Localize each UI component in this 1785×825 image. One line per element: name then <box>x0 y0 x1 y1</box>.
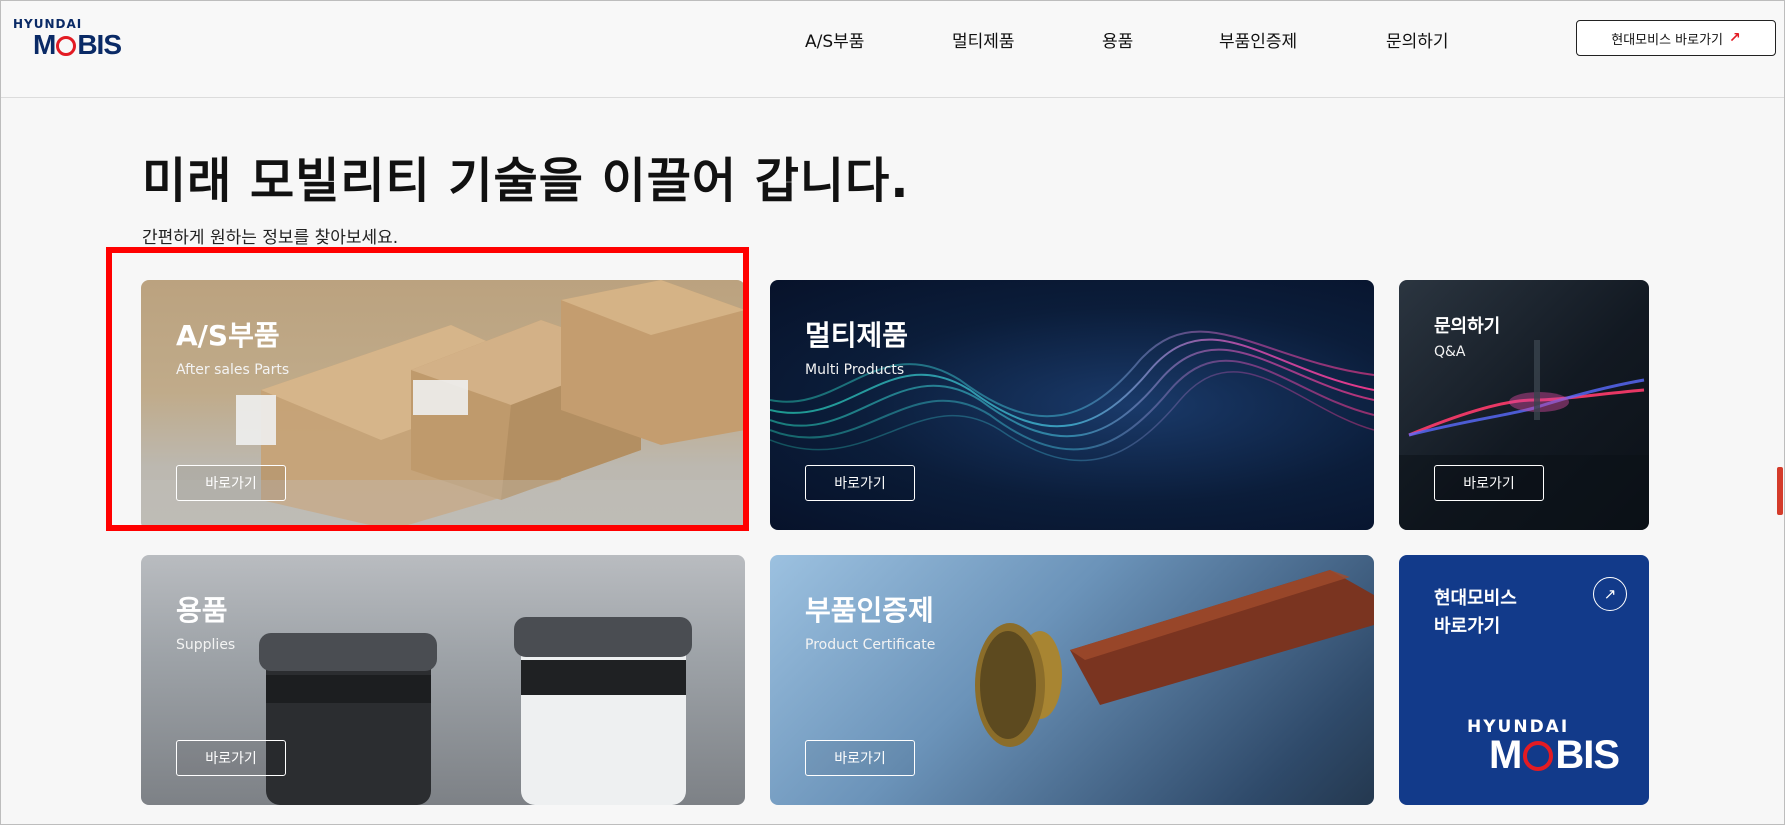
logo-mobis-post: BIS <box>1555 733 1620 777</box>
card-title: 문의하기 <box>1434 316 1501 337</box>
page-title: 미래 모빌리티 기술을 이끌어 갑니다. <box>142 153 910 209</box>
scrollbar-thumb[interactable] <box>1777 467 1783 515</box>
go-button[interactable]: 바로가기 <box>805 740 915 776</box>
card-product-certificate[interactable]: 부품인증제 Product Certificate 바로가기 <box>770 555 1374 805</box>
logo-mobis-pre: M <box>1489 733 1522 777</box>
logo-mobis-post: BIS <box>77 29 122 60</box>
arrow-up-right-icon[interactable]: ↗ <box>1593 577 1627 611</box>
nav-item-inquiry[interactable]: 문의하기 <box>1386 27 1449 52</box>
card-supplies[interactable]: 용품 Supplies 바로가기 <box>141 555 745 805</box>
card-subtitle: Product Certificate <box>805 637 936 653</box>
go-button[interactable]: 바로가기 <box>176 740 286 776</box>
logo-mobis-pre: M <box>33 29 56 60</box>
card-title: 멀티제품 <box>805 319 909 352</box>
card-inquiry[interactable]: 문의하기 Q&A 바로가기 <box>1399 280 1649 530</box>
nav-item-multi-products[interactable]: 멀티제품 <box>952 27 1015 52</box>
card-title: 부품인증제 <box>805 594 934 627</box>
logo-mobis-text: M BIS <box>1489 733 1620 778</box>
page-subtitle: 간편하게 원하는 정보를 찾아보세요. <box>142 228 399 248</box>
logo-o-ring-icon <box>56 36 77 56</box>
card-subtitle: Supplies <box>176 637 236 653</box>
shortcut-label: 현대모비스 바로가기 <box>1611 32 1724 48</box>
hyundai-mobis-shortcut-button[interactable]: 현대모비스 바로가기 ↗ <box>1576 20 1776 56</box>
nav-item-supplies[interactable]: 용품 <box>1102 27 1133 52</box>
nav-item-as-parts[interactable]: A/S부품 <box>805 27 864 52</box>
go-button[interactable]: 바로가기 <box>176 465 286 501</box>
arrow-up-right-icon: ↗ <box>1729 30 1741 46</box>
hyundai-mobis-logo[interactable]: HYUNDAI M BIS <box>13 17 133 61</box>
card-as-parts[interactable]: A/S부품 After sales Parts 바로가기 <box>141 280 745 530</box>
card-title-line1: 현대모비스 <box>1434 588 1517 609</box>
card-subtitle: Multi Products <box>805 362 905 378</box>
card-multi-products[interactable]: 멀티제품 Multi Products 바로가기 <box>770 280 1374 530</box>
card-title: 현대모비스 바로가기 <box>1434 585 1517 641</box>
card-subtitle: Q&A <box>1434 344 1466 360</box>
card-title: A/S부품 <box>176 319 280 352</box>
site-header: HYUNDAI M BIS A/S부품 멀티제품 용품 부품인증제 문의하기 현대… <box>1 1 1784 98</box>
go-button[interactable]: 바로가기 <box>805 465 915 501</box>
go-button[interactable]: 바로가기 <box>1434 465 1544 501</box>
card-title-line2: 바로가기 <box>1434 616 1501 637</box>
card-title: 용품 <box>176 594 228 627</box>
logo-mobis-text: M BIS <box>33 29 122 61</box>
nav-item-certification[interactable]: 부품인증제 <box>1219 27 1297 52</box>
card-hyundai-mobis-shortcut[interactable]: 현대모비스 바로가기 ↗ HYUNDAI M BIS <box>1399 555 1649 805</box>
mobis-logo-card: HYUNDAI M BIS <box>1467 717 1627 777</box>
logo-o-ring-icon <box>1523 741 1554 771</box>
card-subtitle: After sales Parts <box>176 362 290 378</box>
